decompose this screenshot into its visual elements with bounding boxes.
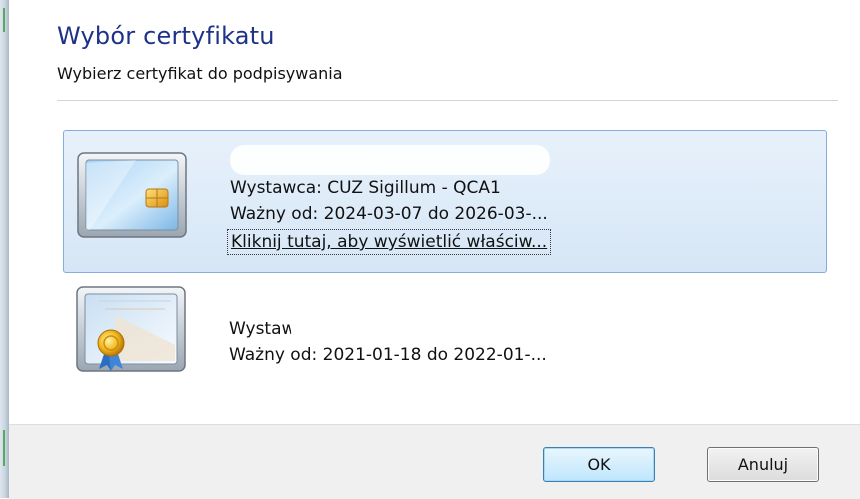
- certificate-validity: Ważny od: 2021-01-18 do 2022-01-...: [229, 345, 547, 365]
- divider: [57, 100, 838, 101]
- certificate-item-1[interactable]: Wystawca: CUZ Sigillum - QCA1 Ważny od: …: [63, 130, 827, 273]
- edge-accent: [3, 8, 5, 32]
- certificate-issuer: Wystaw: [229, 316, 547, 342]
- certificate-issuer: Wystawca: CUZ Sigillum - QCA1: [230, 178, 501, 198]
- dialog-footer: OK Anuluj: [9, 424, 860, 499]
- certificate-validity: Ważny od: 2024-03-07 do 2026-03-...: [230, 204, 548, 224]
- redaction-mask: [230, 145, 550, 175]
- ok-button[interactable]: OK: [543, 447, 655, 482]
- cancel-button[interactable]: Anuluj: [707, 447, 819, 482]
- dialog-subtitle: Wybierz certyfikat do podpisywania: [57, 64, 343, 83]
- redaction-mask: [229, 286, 549, 316]
- certificate-icon: [75, 285, 187, 373]
- dialog-content: Wybór certyfikatu Wybierz certyfikat do …: [9, 0, 860, 424]
- edge-accent: [3, 430, 5, 466]
- certificate-properties-link[interactable]: Kliknij tutaj, aby wyświetlić właściw...: [227, 229, 552, 255]
- dialog-title: Wybór certyfikatu: [57, 22, 275, 50]
- certificate-name: [229, 286, 549, 316]
- redaction-mask: [291, 316, 479, 342]
- certificate-name: [230, 145, 551, 175]
- certificate-item-2[interactable]: Wystaw Ważny od: 2021-01-18 do 2022-01-.…: [63, 280, 827, 390]
- smart-card-icon: [76, 151, 188, 239]
- window-left-edge: [0, 0, 9, 498]
